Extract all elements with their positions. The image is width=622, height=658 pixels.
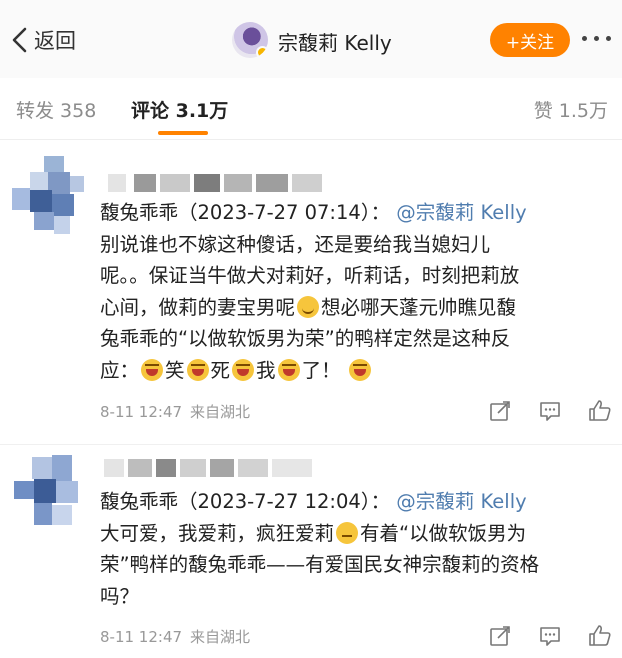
emoji-laugh-icon [232, 358, 255, 381]
verified-badge-icon [256, 46, 268, 58]
blurred-username [100, 172, 330, 196]
tab-comments[interactable]: 评论 3.1万 [131, 96, 228, 123]
comment-line: 应：笑死我了！ [100, 355, 610, 387]
follow-button[interactable]: +关注 [490, 23, 570, 57]
comment-icon[interactable] [538, 399, 562, 423]
comment-item: 馥兔乖乖（2023-7-27 07:14）： @宗馥莉 Kelly 别说谁也不嫁… [0, 140, 622, 444]
comment-item: 馥兔乖乖（2023-7-27 12:04）： @宗馥莉 Kelly 大可爱，我爱… [0, 444, 622, 658]
back-button[interactable]: 返回 [10, 24, 76, 56]
tab-likes[interactable]: 赞 1.5万 [534, 96, 608, 123]
active-tab-indicator [158, 131, 208, 135]
top-nav-bar: 返回 宗馥莉 Kelly +关注 [0, 0, 622, 78]
emoji-laugh-icon [141, 358, 164, 381]
comment-time: 8-11 12:47 [100, 628, 183, 646]
like-icon[interactable] [588, 399, 612, 423]
page-title: 宗馥莉 Kelly [278, 31, 392, 55]
share-icon[interactable] [488, 624, 512, 648]
comment-text: 馥兔乖乖（2023-7-27 12:04）： @宗馥莉 Kelly 大可爱，我爱… [100, 486, 610, 612]
emoji-laugh-icon [348, 358, 371, 381]
mention-link[interactable]: @宗馥莉 Kelly [396, 490, 526, 513]
tab-repost[interactable]: 转发 358 [16, 96, 96, 123]
comment-line: 心间，做莉的妻宝男呢 想必哪天蓬元帅瞧见馥 [100, 295, 517, 319]
comment-actions [488, 399, 612, 423]
more-dots-icon[interactable] [582, 36, 611, 41]
comment-text: 馥兔乖乖（2023-7-27 07:14）： @宗馥莉 Kelly 别说谁也不嫁… [100, 197, 610, 386]
comment-line: 呢。。保证当牛做犬对莉好，听莉话，时刻把莉放 [100, 264, 520, 287]
emoji-laugh-icon [277, 358, 300, 381]
emoji-smile-icon [297, 295, 320, 318]
mention-link[interactable]: @宗馥莉 Kelly [396, 201, 526, 224]
comment-meta: 8-11 12:47 来自湖北 [100, 401, 250, 422]
like-icon[interactable] [588, 624, 612, 648]
tab-bar: 转发 358 评论 3.1万 赞 1.5万 [0, 78, 622, 140]
comment-line: 馥兔乖乖（2023-7-27 07:14）： @宗馥莉 Kelly [100, 201, 527, 224]
comment-time: 8-11 12:47 [100, 403, 183, 421]
chevron-left-icon [12, 27, 27, 53]
emoji-laugh-icon [186, 358, 209, 381]
comment-location: 来自湖北 [190, 403, 251, 421]
comment-line: 荣”鸭样的馥兔乖乖——有爱国民女神宗馥莉的资格 [100, 553, 540, 576]
avatar[interactable] [8, 453, 92, 537]
comment-line: 兔乖乖的“以做软饭男为荣”的鸭样定然是这种反 [100, 327, 511, 350]
comment-meta: 8-11 12:47 来自湖北 [100, 626, 250, 647]
comment-location: 来自湖北 [190, 628, 251, 646]
emoji-think-icon [336, 521, 359, 544]
share-icon[interactable] [488, 399, 512, 423]
comment-line: 吗？ [100, 584, 140, 608]
comment-actions [488, 624, 612, 648]
avatar[interactable] [8, 154, 92, 238]
avatar[interactable] [232, 22, 268, 58]
comment-line: 别说谁也不嫁这种傻话，还是要给我当媳妇儿 [100, 232, 491, 256]
comment-icon[interactable] [538, 624, 562, 648]
blurred-username [100, 457, 330, 481]
comment-line: 馥兔乖乖（2023-7-27 12:04）： @宗馥莉 Kelly [100, 490, 527, 513]
back-label: 返回 [34, 29, 76, 53]
comment-line: 大可爱，我爱莉，疯狂爱莉 有着“以做软饭男为 [100, 521, 527, 545]
